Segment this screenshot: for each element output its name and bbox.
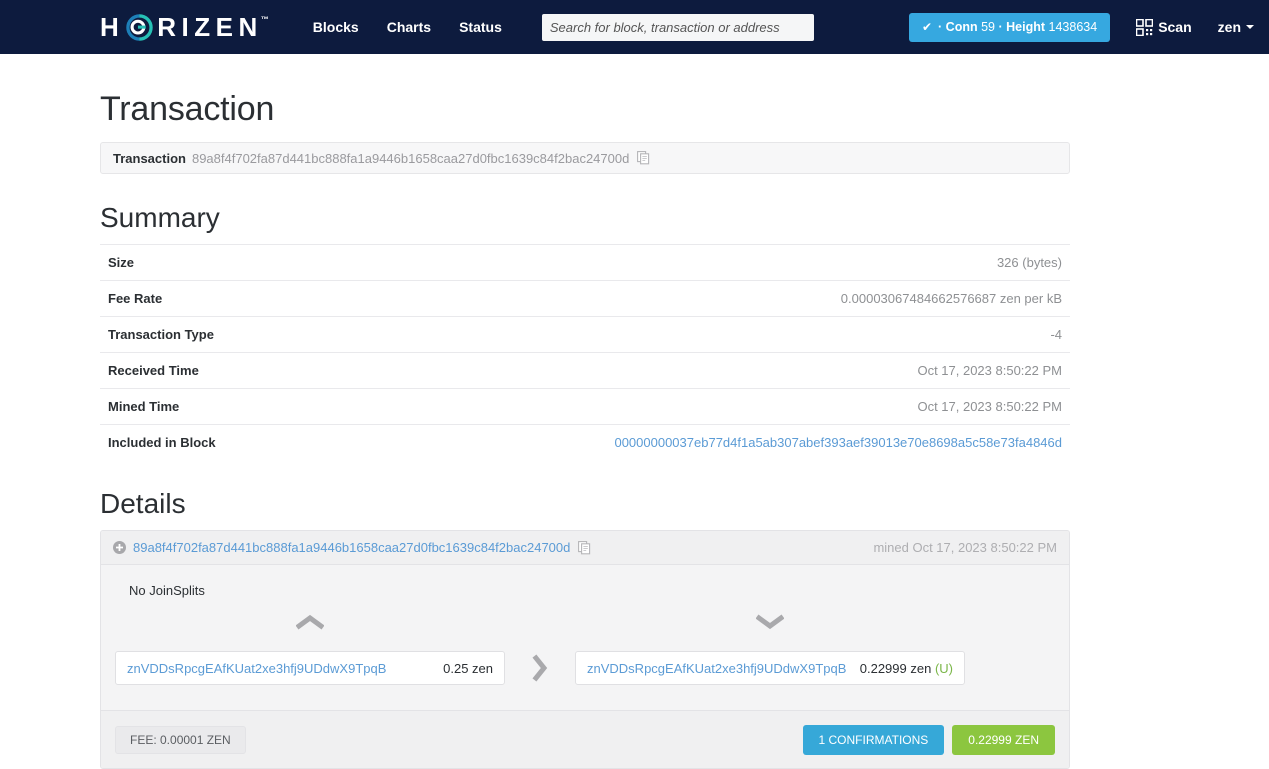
network-dropdown[interactable]: zen bbox=[1218, 19, 1254, 35]
details-panel-header: 89a8f4f702fa87d441bc888fa1a9446b1658caa2… bbox=[101, 531, 1069, 565]
details-panel-footer: FEE: 0.00001 ZEN 1 CONFIRMATIONS 0.22999… bbox=[101, 710, 1069, 768]
page-title: Transaction bbox=[100, 90, 275, 128]
table-row: Included in Block 00000000037eb77d4f1a5a… bbox=[100, 424, 1070, 461]
summary-key: Size bbox=[108, 255, 135, 270]
table-row: Size 326 (bytes) bbox=[100, 244, 1070, 281]
network-label: zen bbox=[1217, 19, 1241, 35]
brand-text: H RIZEN ™ bbox=[100, 12, 269, 42]
copy-icon[interactable] bbox=[637, 151, 650, 165]
chevron-up-icon bbox=[295, 614, 325, 634]
chevron-down-icon bbox=[1246, 25, 1254, 29]
details-panel: 89a8f4f702fa87d441bc888fa1a9446b1658caa2… bbox=[100, 530, 1070, 769]
scan-button[interactable]: Scan bbox=[1135, 18, 1192, 36]
total-amount-badge[interactable]: 0.22999 ZEN bbox=[952, 724, 1055, 755]
status-conn-label: · Conn bbox=[938, 20, 978, 34]
table-row: Fee Rate 0.00003067484662576687 zen per … bbox=[100, 280, 1070, 317]
input-amount: 0.25 zen bbox=[443, 660, 493, 676]
horizen-swirl-icon bbox=[126, 13, 153, 41]
transaction-hash-bar: Transaction 89a8f4f702fa87d441bc888fa1a9… bbox=[100, 142, 1070, 174]
block-hash-link[interactable]: 00000000037eb77d4f1a5ab307abef393aef3901… bbox=[614, 435, 1062, 450]
summary-value: 326 (bytes) bbox=[996, 255, 1062, 270]
summary-value: -4 bbox=[1050, 327, 1062, 342]
summary-key: Mined Time bbox=[108, 399, 180, 414]
brand-text-post: RIZEN bbox=[157, 12, 263, 42]
mined-timestamp: mined Oct 17, 2023 8:50:22 PM bbox=[873, 540, 1057, 555]
nav-link-status[interactable]: Status bbox=[445, 0, 516, 54]
flow-arrow bbox=[505, 608, 575, 698]
table-row: Transaction Type -4 bbox=[100, 316, 1070, 353]
qr-code-icon bbox=[1135, 18, 1154, 36]
summary-key: Included in Block bbox=[108, 435, 216, 450]
joinsplits-status: No JoinSplits bbox=[129, 583, 205, 598]
summary-value: 0.00003067484662576687 zen per kB bbox=[840, 291, 1062, 306]
output-address-link[interactable]: znVDDsRpcgEAfKUat2xe3hfj9UDdwX9TpqB bbox=[587, 661, 846, 676]
inputs-outputs-grid: znVDDsRpcgEAfKUat2xe3hfj9UDdwX9TpqB 0.25… bbox=[115, 608, 1055, 698]
outputs-toggle[interactable] bbox=[575, 608, 965, 638]
circle-plus-icon[interactable] bbox=[113, 541, 126, 554]
input-address-link[interactable]: znVDDsRpcgEAfKUat2xe3hfj9UDdwX9TpqB bbox=[127, 661, 386, 676]
table-row: Received Time Oct 17, 2023 8:50:22 PM bbox=[100, 352, 1070, 389]
details-title: Details bbox=[100, 488, 186, 519]
table-row: Mined Time Oct 17, 2023 8:50:22 PM bbox=[100, 388, 1070, 425]
summary-key: Received Time bbox=[108, 363, 199, 378]
input-row: znVDDsRpcgEAfKUat2xe3hfj9UDdwX9TpqB 0.25… bbox=[115, 651, 505, 685]
inputs-column: znVDDsRpcgEAfKUat2xe3hfj9UDdwX9TpqB 0.25… bbox=[115, 608, 505, 685]
details-transaction-hash-link[interactable]: 89a8f4f702fa87d441bc888fa1a9446b1658caa2… bbox=[133, 540, 570, 555]
search-container bbox=[541, 13, 814, 41]
fee-chip: FEE: 0.00001 ZEN bbox=[115, 725, 246, 754]
nav-link-charts[interactable]: Charts bbox=[373, 0, 445, 54]
status-height-label: · Height bbox=[998, 20, 1046, 34]
navbar-right: ✔ · Conn 59 · Height 1438634 Scan zen bbox=[908, 12, 1269, 42]
status-badge[interactable]: ✔ · Conn 59 · Height 1438634 bbox=[908, 12, 1111, 42]
nav-links: Blocks Charts Status bbox=[299, 0, 516, 54]
summary-title: Summary bbox=[100, 202, 220, 233]
scan-label: Scan bbox=[1158, 19, 1192, 35]
inputs-toggle[interactable] bbox=[115, 608, 505, 638]
nav-link-blocks[interactable]: Blocks bbox=[299, 0, 373, 54]
output-row: znVDDsRpcgEAfKUat2xe3hfj9UDdwX9TpqB 0.22… bbox=[575, 651, 965, 685]
transaction-hash-value: 89a8f4f702fa87d441bc888fa1a9446b1658caa2… bbox=[191, 150, 630, 166]
status-height-value: 1438634 bbox=[1048, 20, 1098, 34]
footer-buttons: 1 CONFIRMATIONS 0.22999 ZEN bbox=[802, 724, 1055, 755]
output-amount: 0.22999 zen bbox=[859, 660, 932, 676]
brand-text-pre: H bbox=[100, 12, 125, 42]
summary-value-cell: 00000000037eb77d4f1a5ab307abef393aef3901… bbox=[304, 425, 1070, 461]
page-content: Transaction Transaction 89a8f4f702fa87d4… bbox=[0, 90, 1269, 769]
copy-icon[interactable] bbox=[578, 540, 591, 555]
confirmations-badge[interactable]: 1 CONFIRMATIONS bbox=[802, 724, 945, 755]
trademark-symbol: ™ bbox=[260, 14, 269, 24]
chevron-down-icon bbox=[755, 614, 785, 634]
status-conn-value: 59 bbox=[981, 20, 996, 34]
chevron-right-icon bbox=[531, 653, 549, 687]
details-panel-body: No JoinSplits znVDDsRpcgEAfKUat2xe3hfj9U… bbox=[101, 565, 1069, 710]
check-icon: ✔ bbox=[921, 20, 933, 34]
horizen-logo[interactable]: H RIZEN ™ bbox=[100, 0, 269, 54]
unspent-flag: (U) bbox=[934, 660, 953, 676]
transaction-hash-label: Transaction bbox=[113, 150, 186, 166]
summary-table: Size 326 (bytes) Fee Rate 0.000030674846… bbox=[100, 244, 1070, 460]
summary-value: Oct 17, 2023 8:50:22 PM bbox=[917, 399, 1062, 414]
top-navbar: H RIZEN ™ Blocks Charts Status ✔ · Conn … bbox=[0, 0, 1269, 54]
summary-key: Transaction Type bbox=[108, 327, 214, 342]
summary-key: Fee Rate bbox=[108, 291, 163, 306]
search-input[interactable] bbox=[541, 13, 814, 41]
summary-value: Oct 17, 2023 8:50:22 PM bbox=[917, 363, 1062, 378]
outputs-column: znVDDsRpcgEAfKUat2xe3hfj9UDdwX9TpqB 0.22… bbox=[575, 608, 965, 685]
